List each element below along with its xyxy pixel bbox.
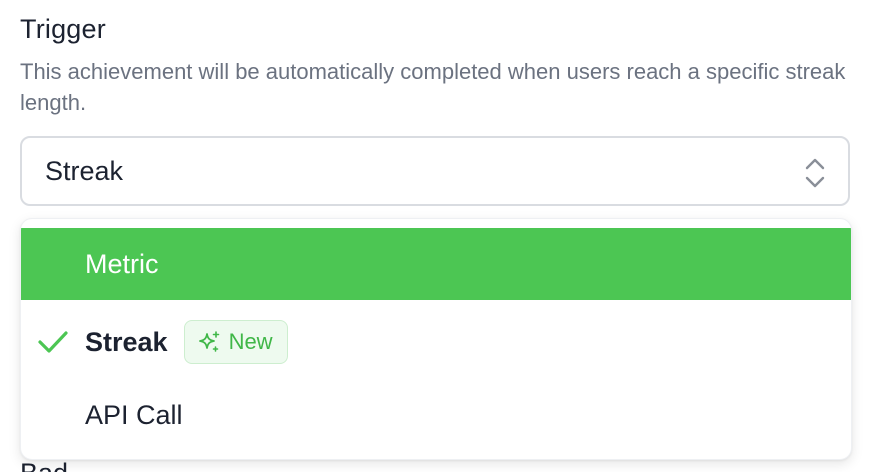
- field-label: Trigger: [20, 14, 106, 44]
- field-description: This achievement will be automatically c…: [20, 59, 846, 115]
- new-badge: New: [183, 320, 288, 364]
- badge-label: New: [228, 329, 273, 354]
- option-label: API Call: [85, 399, 183, 430]
- option-api-call[interactable]: API Call: [21, 379, 851, 451]
- trigger-dropdown-menu: Metric Streak New API Call: [20, 218, 852, 460]
- trigger-select[interactable]: Streak: [20, 136, 850, 206]
- check-icon: [38, 331, 68, 353]
- next-field-label: Bad: [20, 458, 68, 472]
- sparkle-icon: [198, 331, 219, 352]
- option-streak[interactable]: Streak New: [21, 303, 851, 381]
- option-metric[interactable]: Metric: [21, 228, 851, 300]
- option-label: Streak: [85, 326, 168, 357]
- chevron-up-down-icon: [805, 158, 825, 188]
- select-value: Streak: [45, 155, 124, 186]
- option-label: Metric: [85, 248, 159, 279]
- trigger-field: Trigger This achievement will be automat…: [0, 0, 878, 472]
